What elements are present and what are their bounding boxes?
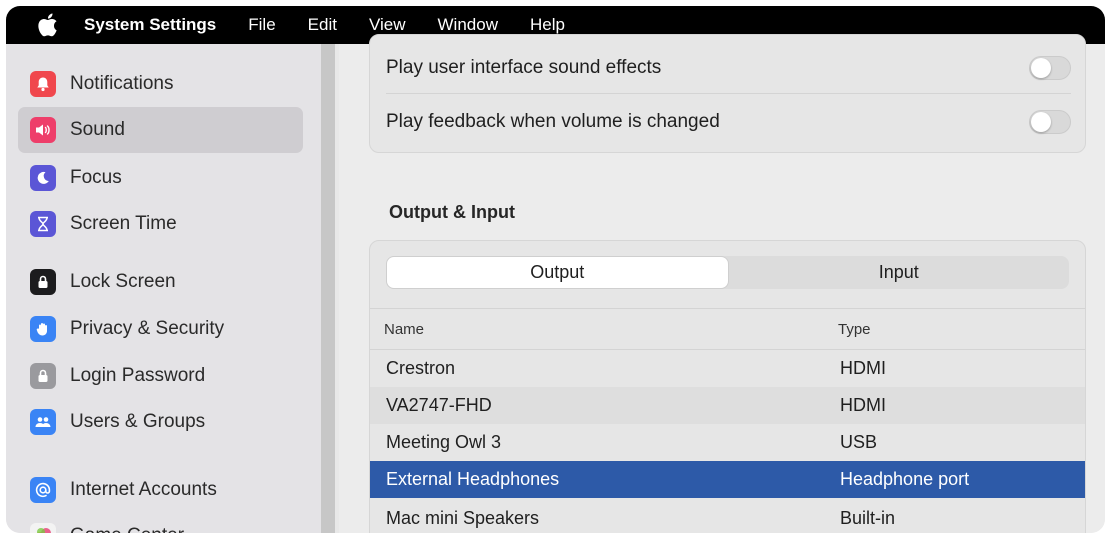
hourglass-icon — [30, 211, 56, 237]
table-header: Name Type — [370, 308, 1085, 350]
output-input-card: Output Input Name Type Crestron HDMI VA2… — [369, 240, 1086, 533]
sidebar-item-internet-accounts[interactable]: Internet Accounts — [18, 467, 303, 513]
device-type: USB — [840, 432, 878, 452]
sidebar-divider[interactable] — [321, 44, 335, 533]
sidebar-item-users-groups[interactable]: Users & Groups — [18, 399, 303, 445]
sidebar-item-lock-screen[interactable]: Lock Screen — [18, 259, 303, 305]
sidebar-item-label: Game Center — [70, 525, 184, 533]
column-header-name[interactable]: Name — [384, 321, 424, 338]
device-name: VA2747-FHD — [386, 395, 492, 415]
menu-edit[interactable]: Edit — [292, 15, 353, 35]
sidebar: Notifications Sound Focus Screen Time Lo — [6, 44, 321, 533]
users-icon — [30, 409, 56, 435]
sidebar-item-label: Focus — [70, 167, 122, 188]
game-center-icon — [30, 523, 56, 533]
sidebar-item-screen-time[interactable]: Screen Time — [18, 201, 303, 247]
column-header-type[interactable]: Type — [838, 321, 871, 338]
device-type: HDMI — [840, 395, 886, 415]
device-name: External Headphones — [386, 469, 560, 489]
hand-icon — [30, 316, 56, 342]
table-row-selected[interactable]: External Headphones Headphone port — [370, 461, 1085, 498]
ui-sounds-row: Play user interface sound effects — [386, 43, 1071, 93]
sidebar-item-privacy-security[interactable]: Privacy & Security — [18, 306, 303, 352]
device-name: Mac mini Speakers — [386, 508, 540, 528]
table-row[interactable]: VA2747-FHD HDMI — [370, 387, 1085, 424]
ui-sounds-label: Play user interface sound effects — [386, 57, 662, 78]
speaker-icon — [30, 117, 56, 143]
sidebar-item-focus[interactable]: Focus — [18, 155, 303, 201]
sidebar-item-label: Login Password — [70, 365, 206, 386]
menu-view[interactable]: View — [353, 15, 422, 35]
sidebar-item-label: Internet Accounts — [70, 479, 217, 500]
sidebar-item-sound[interactable]: Sound — [18, 107, 303, 153]
device-type: Headphone port — [840, 469, 970, 489]
row-divider — [386, 93, 1071, 94]
table-row[interactable]: Meeting Owl 3 USB — [370, 424, 1085, 461]
table-row[interactable]: Mac mini Speakers Built-in — [370, 500, 1085, 533]
sidebar-item-label: Sound — [70, 119, 125, 140]
device-type: Built-in — [840, 508, 896, 528]
volume-feedback-label: Play feedback when volume is changed — [386, 111, 720, 132]
device-name: Meeting Owl 3 — [386, 432, 502, 452]
moon-icon — [30, 165, 56, 191]
bell-icon — [30, 71, 56, 97]
sidebar-item-game-center[interactable]: Game Center — [18, 513, 303, 533]
tab-input[interactable]: Input — [729, 256, 1070, 289]
output-input-segmented-control: Output Input — [386, 256, 1069, 289]
device-name: Crestron — [386, 358, 456, 378]
main-content: Play user interface sound effects Play f… — [339, 34, 1105, 533]
sidebar-item-notifications[interactable]: Notifications — [18, 61, 303, 107]
menu-file[interactable]: File — [232, 15, 291, 35]
sidebar-item-label: Screen Time — [70, 213, 177, 234]
apple-logo-icon[interactable] — [32, 10, 62, 40]
menu-window[interactable]: Window — [422, 15, 514, 35]
sidebar-item-label: Users & Groups — [70, 411, 206, 432]
ui-sounds-toggle[interactable] — [1029, 56, 1071, 80]
screen: System Settings File Edit View Window He… — [6, 6, 1105, 533]
sidebar-item-label: Privacy & Security — [70, 318, 225, 339]
menu-help[interactable]: Help — [514, 15, 581, 35]
section-title: Output & Input — [389, 202, 515, 222]
lock-screen-icon — [30, 269, 56, 295]
at-icon — [30, 477, 56, 503]
menu-app-name[interactable]: System Settings — [76, 15, 232, 35]
tab-output[interactable]: Output — [387, 257, 728, 288]
device-type: HDMI — [840, 358, 886, 378]
volume-feedback-toggle[interactable] — [1029, 110, 1071, 134]
sidebar-item-label: Lock Screen — [70, 271, 176, 292]
volume-feedback-row: Play feedback when volume is changed — [386, 97, 1071, 147]
sidebar-item-label: Notifications — [70, 73, 174, 94]
sound-effects-card: Play user interface sound effects Play f… — [369, 34, 1086, 153]
toggle-knob — [1031, 58, 1051, 78]
toggle-knob — [1031, 112, 1051, 132]
lock-icon — [30, 363, 56, 389]
table-row[interactable]: Crestron HDMI — [370, 350, 1085, 387]
sidebar-item-login-password[interactable]: Login Password — [18, 353, 303, 399]
